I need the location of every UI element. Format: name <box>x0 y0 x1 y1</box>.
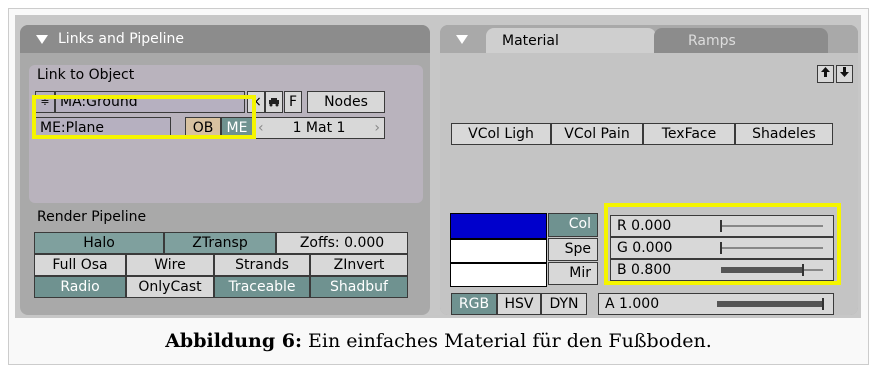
material-tab-bar: Material Ramps <box>440 25 858 53</box>
panel-header[interactable]: Links and Pipeline <box>20 25 430 53</box>
panel-title: Links and Pipeline <box>58 31 184 47</box>
shadeless-button[interactable]: Shadeles <box>735 123 833 145</box>
rgb-button[interactable]: RGB <box>451 293 497 315</box>
links-pipeline-panel: Links and Pipeline Link to Object ≑ MA:G… <box>20 25 430 315</box>
full-osa-button[interactable]: Full Osa <box>34 254 126 276</box>
blender-screenshot: Links and Pipeline Link to Object ≑ MA:G… <box>15 15 861 318</box>
caption-text: Ein einfaches Material für den Fußboden. <box>301 330 712 352</box>
figure-caption: Abbildung 6: Ein einfaches Material für … <box>0 330 877 352</box>
link-to-object-label: Link to Object <box>37 67 135 83</box>
alpha-slider[interactable]: A 1.000 <box>598 293 834 315</box>
material-panel: Material Ramps VCol Ligh VCol Pain TexFa… <box>440 25 858 315</box>
make-single-user-button[interactable] <box>265 91 283 113</box>
arrow-down-icon <box>840 67 849 77</box>
mir-swatch[interactable] <box>450 263 547 287</box>
tab-material[interactable]: Material <box>486 28 656 53</box>
radio-button[interactable]: Radio <box>34 276 126 298</box>
shadbuf-button[interactable]: Shadbuf <box>310 276 408 298</box>
caption-label: Abbildung 6: <box>165 330 302 352</box>
spe-swatch[interactable] <box>450 239 547 263</box>
collapse-triangle-icon[interactable] <box>456 34 468 44</box>
dyn-button[interactable]: DYN <box>541 293 587 315</box>
vcol-light-button[interactable]: VCol Ligh <box>451 123 551 145</box>
rgb-highlight-box <box>604 203 841 285</box>
strands-button[interactable]: Strands <box>214 254 310 276</box>
tab-material-label: Material <box>502 33 559 49</box>
tab-ramps[interactable]: Ramps <box>654 28 828 53</box>
render-pipeline-label: Render Pipeline <box>37 209 147 225</box>
mir-button[interactable]: Mir <box>548 262 598 285</box>
wire-button[interactable]: Wire <box>126 254 214 276</box>
zinvert-button[interactable]: ZInvert <box>310 254 408 276</box>
vcol-paint-button[interactable]: VCol Pain <box>551 123 643 145</box>
car-icon <box>269 98 279 107</box>
arrow-up-icon <box>821 67 830 77</box>
material-highlight-box <box>32 95 256 139</box>
zoffs-field[interactable]: Zoffs: 0.000 <box>276 232 408 254</box>
fake-user-button[interactable]: F <box>284 91 302 113</box>
arrow-left-icon[interactable]: ‹ <box>258 118 264 138</box>
texface-button[interactable]: TexFace <box>643 123 735 145</box>
tab-ramps-label: Ramps <box>688 33 736 49</box>
col-button[interactable]: Col <box>548 213 598 237</box>
halo-button[interactable]: Halo <box>34 232 164 254</box>
mat-counter-text: 1 Mat 1 <box>292 120 346 136</box>
collapse-triangle-icon[interactable] <box>36 34 48 44</box>
alpha-slider-handle[interactable] <box>822 298 824 310</box>
col-swatch[interactable] <box>450 213 547 239</box>
hsv-button[interactable]: HSV <box>497 293 541 315</box>
traceable-button[interactable]: Traceable <box>214 276 310 298</box>
spe-button[interactable]: Spe <box>548 238 598 261</box>
arrow-right-icon[interactable]: › <box>374 118 380 138</box>
onlycast-button[interactable]: OnlyCast <box>126 276 214 298</box>
ztransp-button[interactable]: ZTransp <box>164 232 276 254</box>
alpha-slider-fill <box>717 301 823 307</box>
material-index-counter[interactable]: ‹ 1 Mat 1 › <box>253 117 385 139</box>
alpha-slider-label: A 1.000 <box>605 296 660 312</box>
nodes-button[interactable]: Nodes <box>307 91 385 113</box>
paste-material-button[interactable] <box>836 65 853 83</box>
copy-material-button[interactable] <box>817 65 834 83</box>
